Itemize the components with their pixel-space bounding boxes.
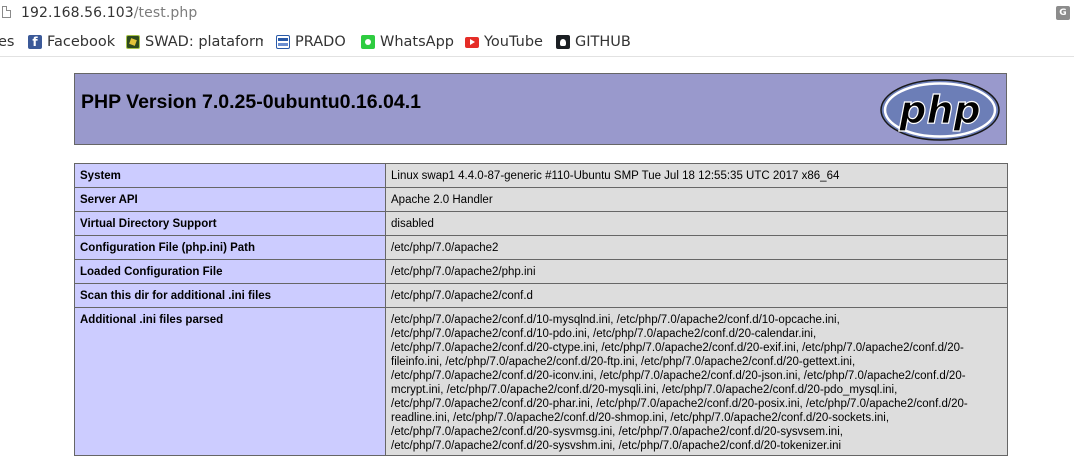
row-key: Loaded Configuration File [74, 259, 386, 284]
row-key: System [74, 163, 386, 188]
youtube-icon [465, 36, 479, 48]
bookmark-label: es [0, 34, 15, 50]
ini-line: /etc/php/7.0/apache2/conf.d/20-ctype.ini… [391, 342, 964, 354]
ini-line: /etc/php/7.0/apache2/conf.d/10-pdo.ini, … [391, 328, 817, 340]
table-row: System Linux swap1 4.4.0-87-generic #110… [74, 163, 1008, 188]
ini-line: /etc/php/7.0/apache2/conf.d/10-mysqlnd.i… [391, 314, 840, 326]
table-row: Additional .ini files parsed /etc/php/7.… [74, 307, 1008, 456]
table-row: Loaded Configuration File /etc/php/7.0/a… [74, 259, 1008, 284]
bookmark-github[interactable]: GITHUB [556, 33, 631, 51]
bookmark-prado[interactable]: PRADO [276, 33, 346, 51]
bookmark-label: SWAD: plataform [145, 34, 263, 50]
bookmark-facebook[interactable]: f Facebook [28, 33, 115, 51]
phpinfo-table: System Linux swap1 4.4.0-87-generic #110… [74, 163, 1008, 456]
phpinfo-header: PHP Version 7.0.25-0ubuntu0.16.04.1 php [74, 73, 1007, 145]
ini-line: /etc/php/7.0/apache2/conf.d/20-phar.ini,… [391, 398, 968, 410]
page-title: PHP Version 7.0.25-0ubuntu0.16.04.1 [81, 91, 421, 113]
table-row: Configuration File (php.ini) Path /etc/p… [74, 235, 1008, 260]
table-row: Scan this dir for additional .ini files … [74, 283, 1008, 308]
bookmark-label: PRADO [295, 34, 346, 50]
php-logo-text: php [898, 88, 980, 132]
php-logo-icon[interactable]: php [880, 79, 1000, 141]
bookmarks-bar: es f Facebook SWAD: plataform PRADO What… [0, 28, 1074, 57]
url-host: 192.168.56.103 [21, 5, 134, 21]
row-key: Server API [74, 187, 386, 212]
row-value: /etc/php/7.0/apache2 [385, 235, 1008, 260]
github-icon [556, 35, 570, 49]
table-row: Virtual Directory Support disabled [74, 211, 1008, 236]
ini-line: mcrypt.ini, /etc/php/7.0/apache2/conf.d/… [391, 384, 898, 396]
row-key: Scan this dir for additional .ini files [74, 283, 386, 308]
row-value: /etc/php/7.0/apache2/conf.d [385, 283, 1008, 308]
ini-line: readline.ini, /etc/php/7.0/apache2/conf.… [391, 412, 890, 424]
bookmark-youtube[interactable]: YouTube [465, 33, 543, 51]
url-text[interactable]: 192.168.56.103/test.php [21, 5, 197, 21]
page-info-icon[interactable] [2, 6, 11, 18]
translate-icon[interactable]: G [1056, 6, 1070, 20]
row-value: Apache 2.0 Handler [385, 187, 1008, 212]
facebook-icon: f [28, 35, 42, 49]
table-row: Server API Apache 2.0 Handler [74, 187, 1008, 212]
whatsapp-icon [361, 35, 375, 49]
address-bar[interactable]: 192.168.56.103/test.php G [0, 0, 1074, 28]
bookmark-swad[interactable]: SWAD: plataform [126, 33, 263, 51]
swad-icon [126, 35, 140, 49]
row-key: Configuration File (php.ini) Path [74, 235, 386, 260]
bookmark-whatsapp[interactable]: WhatsApp [361, 33, 454, 51]
row-value: Linux swap1 4.4.0-87-generic #110-Ubuntu… [385, 163, 1008, 188]
bookmark-label: Facebook [47, 34, 116, 50]
ini-line: /etc/php/7.0/apache2/conf.d/20-iconv.ini… [391, 370, 966, 382]
prado-icon [276, 35, 290, 49]
bookmark-label: GITHUB [575, 34, 631, 50]
bookmark-label: YouTube [484, 34, 543, 50]
url-path: /test.php [133, 5, 198, 21]
ini-line: /etc/php/7.0/apache2/conf.d/20-sysvmsg.i… [391, 426, 843, 438]
ini-line: fileinfo.ini, /etc/php/7.0/apache2/conf.… [391, 356, 856, 368]
bookmark-label: WhatsApp [380, 34, 454, 50]
bookmark-es[interactable]: es [0, 33, 14, 51]
row-value: disabled [385, 211, 1008, 236]
row-value-ini-files: /etc/php/7.0/apache2/conf.d/10-mysqlnd.i… [385, 307, 1008, 456]
row-key: Virtual Directory Support [74, 211, 386, 236]
row-key: Additional .ini files parsed [74, 307, 386, 456]
row-value: /etc/php/7.0/apache2/php.ini [385, 259, 1008, 284]
